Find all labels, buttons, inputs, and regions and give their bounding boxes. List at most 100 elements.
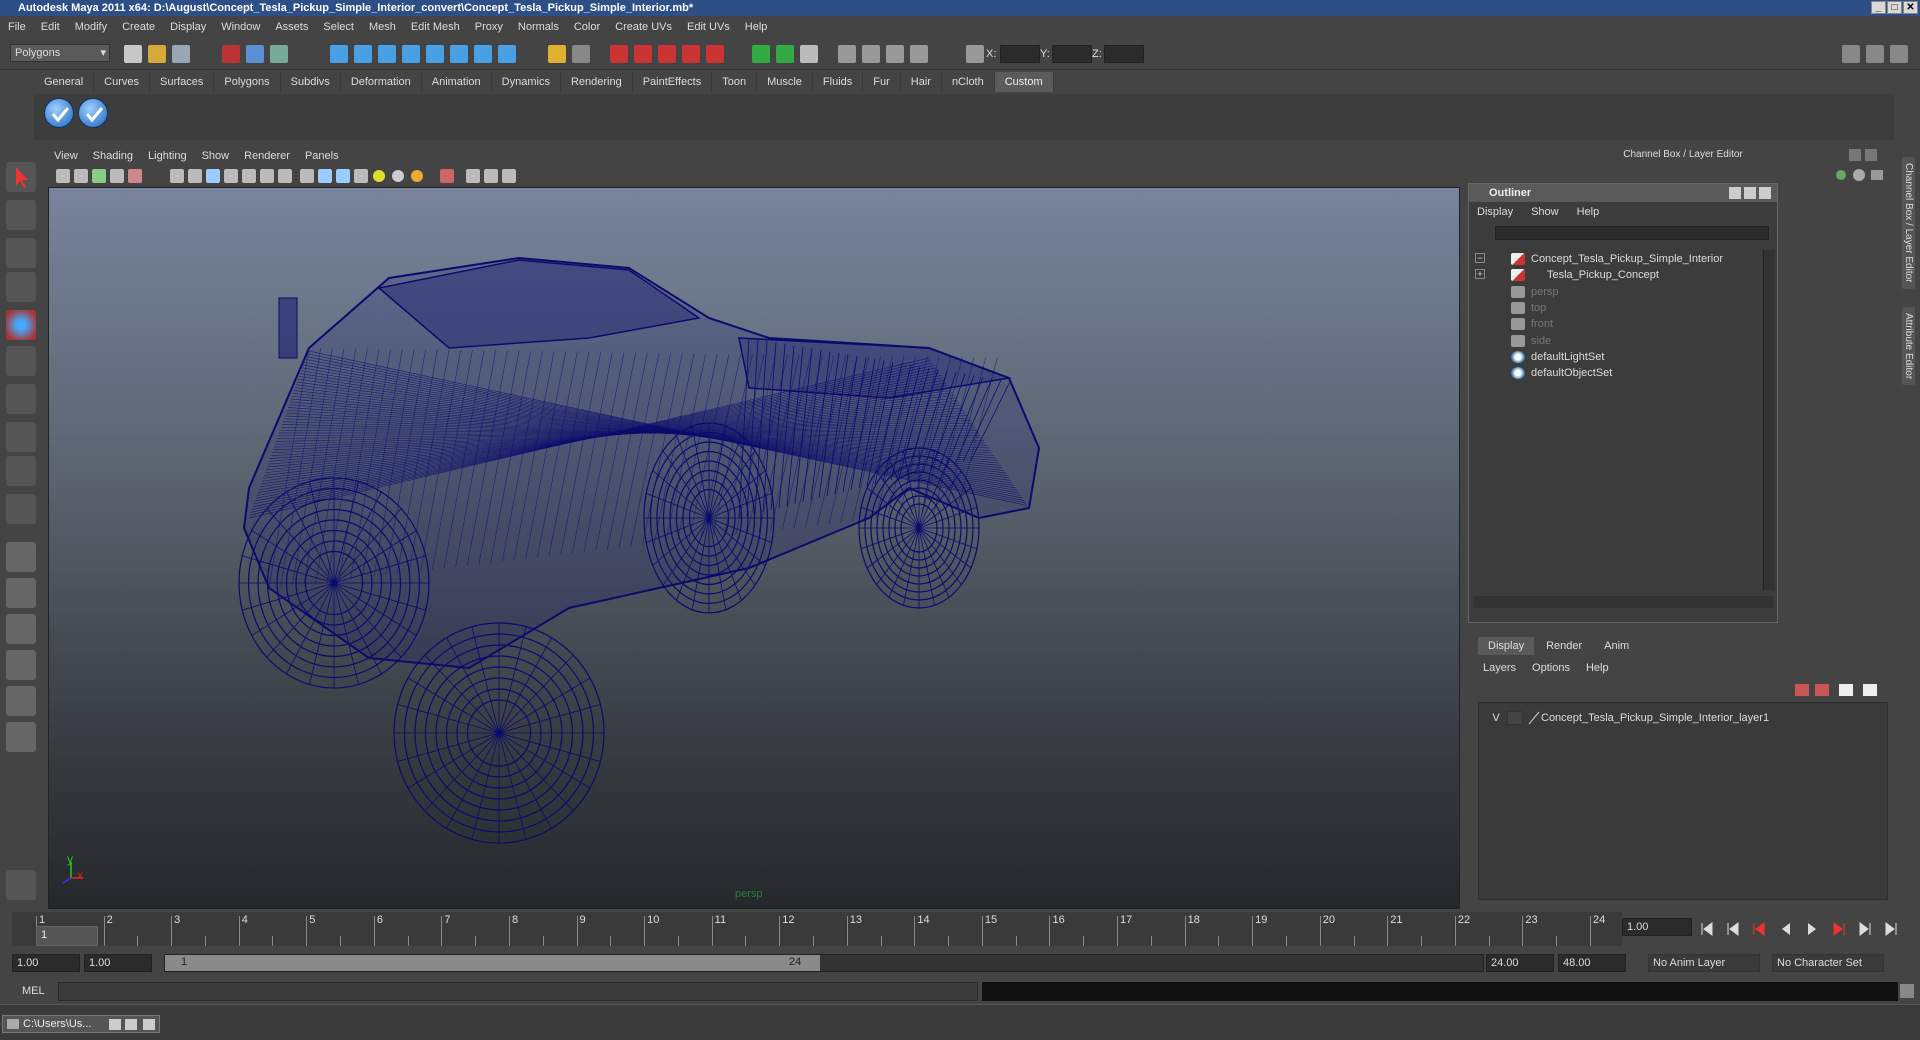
- close-panel-icon[interactable]: [1865, 149, 1877, 161]
- show-channel-box-icon[interactable]: [1842, 45, 1860, 63]
- snap-grid-icon[interactable]: [330, 45, 348, 63]
- layer-menu-options[interactable]: Options: [1532, 662, 1570, 674]
- menu-create-uvs[interactable]: Create UVs: [615, 21, 672, 33]
- show-tool-settings-icon[interactable]: [1890, 45, 1908, 63]
- hypershade-layout-icon[interactable]: [6, 686, 36, 716]
- list-item[interactable]: persp: [1469, 283, 1759, 301]
- outliner-layout-icon[interactable]: [6, 614, 36, 644]
- viewport-menu-show[interactable]: Show: [202, 150, 230, 162]
- list-item[interactable]: defaultObjectSet: [1469, 364, 1759, 382]
- outliner-menu-display[interactable]: Display: [1477, 206, 1513, 218]
- playback-buttons-icon[interactable]: [1698, 920, 1920, 938]
- start-time-field[interactable]: 1.00: [12, 954, 80, 972]
- snap-plane-icon[interactable]: [402, 45, 420, 63]
- character-set-dropdown[interactable]: No Character Set: [1772, 954, 1884, 972]
- expand-toggle-icon[interactable]: −: [1475, 253, 1485, 263]
- shelf-tab-fur[interactable]: Fur: [863, 72, 901, 92]
- current-frame-marker[interactable]: 1: [36, 926, 98, 946]
- expand-toggle-icon[interactable]: +: [1475, 269, 1485, 280]
- layer-menu-layers[interactable]: Layers: [1483, 662, 1516, 674]
- list-item[interactable]: top: [1469, 299, 1759, 317]
- minimized-window[interactable]: C:\Users\Us...: [2, 1015, 160, 1033]
- snap-curve-icon[interactable]: [354, 45, 372, 63]
- outliner-minimize-button[interactable]: [1729, 187, 1741, 199]
- check-icon[interactable]: [44, 98, 74, 128]
- ipr-render-icon[interactable]: [634, 45, 652, 63]
- menu-select[interactable]: Select: [323, 21, 354, 33]
- list-item[interactable]: − Concept_Tesla_Pickup_Simple_Interior: [1469, 250, 1759, 268]
- y-field[interactable]: [1052, 45, 1092, 63]
- range-slider-handle[interactable]: 1 24: [165, 955, 820, 971]
- layer-tab-render[interactable]: Render: [1536, 637, 1592, 655]
- menu-display[interactable]: Display: [170, 21, 206, 33]
- render-icon[interactable]: [610, 45, 628, 63]
- command-language-label[interactable]: MEL: [22, 985, 45, 997]
- render-view-icon[interactable]: [706, 45, 724, 63]
- select-component-icon[interactable]: [270, 45, 288, 63]
- snap-live-icon[interactable]: [426, 45, 444, 63]
- menu-file[interactable]: File: [8, 21, 26, 33]
- select-hierarchy-icon[interactable]: [222, 45, 240, 63]
- layer-tab-anim[interactable]: Anim: [1594, 637, 1639, 655]
- outliner-horizontal-scrollbar[interactable]: [1473, 596, 1773, 608]
- anim-end-field[interactable]: 24.00: [1486, 954, 1554, 972]
- minimize-button[interactable]: _: [1871, 1, 1886, 14]
- list-item[interactable]: side: [1469, 332, 1759, 350]
- trax-editor-icon[interactable]: [886, 45, 904, 63]
- menu-window[interactable]: Window: [221, 21, 260, 33]
- viewport-menu-view[interactable]: View: [54, 150, 78, 162]
- rotate-tool-icon[interactable]: [6, 310, 36, 340]
- shelf-tab-fluids[interactable]: Fluids: [812, 72, 864, 92]
- layer-template-toggle[interactable]: [1507, 711, 1523, 725]
- list-item[interactable]: + Tesla_Pickup_Concept: [1469, 266, 1759, 284]
- scale-tool-icon[interactable]: [6, 346, 36, 376]
- viewport-menu-lighting[interactable]: Lighting: [148, 150, 187, 162]
- viewport-menu-shading[interactable]: Shading: [93, 150, 133, 162]
- outliner-search-input[interactable]: [1495, 226, 1769, 240]
- outliner-maximize-button[interactable]: [1744, 187, 1756, 199]
- show-manipulator-icon[interactable]: [6, 456, 36, 486]
- select-tool-icon[interactable]: [6, 162, 36, 192]
- channel-box-icons[interactable]: [1833, 167, 1887, 183]
- viewport-menu-panels[interactable]: Panels: [305, 150, 339, 162]
- save-scene-icon[interactable]: [172, 45, 190, 63]
- z-field[interactable]: [1104, 45, 1144, 63]
- show-attribute-editor-icon[interactable]: [1866, 45, 1884, 63]
- open-scene-icon[interactable]: [148, 45, 166, 63]
- perspective-viewport[interactable]: y x persp: [48, 187, 1460, 909]
- dope-sheet-icon[interactable]: [862, 45, 880, 63]
- transform-mode-icon[interactable]: [966, 45, 984, 63]
- side-tab-channel-box[interactable]: Channel Box / Layer Editor: [1902, 157, 1915, 289]
- outliner-close-button[interactable]: [1759, 187, 1771, 199]
- shelf-tab-muscle[interactable]: Muscle: [757, 72, 813, 92]
- snap-surface-icon[interactable]: [450, 45, 468, 63]
- hypergraph-icon[interactable]: [910, 45, 928, 63]
- menu-color[interactable]: Color: [574, 21, 600, 33]
- menu-edit-uvs[interactable]: Edit UVs: [687, 21, 730, 33]
- range-slider-track[interactable]: 1 24: [164, 954, 1484, 972]
- outliner-menu-help[interactable]: Help: [1577, 206, 1600, 218]
- viewport-menu-renderer[interactable]: Renderer: [244, 150, 290, 162]
- close-button[interactable]: ✕: [1903, 1, 1918, 14]
- list-item[interactable]: defaultLightSet: [1469, 348, 1759, 366]
- single-perspective-layout-icon[interactable]: [6, 542, 36, 572]
- layer-editor-icons[interactable]: [1793, 681, 1883, 699]
- universal-manipulator-icon[interactable]: [6, 384, 36, 414]
- select-object-icon[interactable]: [246, 45, 264, 63]
- render-settings-icon[interactable]: [658, 45, 676, 63]
- script-editor-icon[interactable]: [1900, 984, 1914, 998]
- anim-layer-dropdown[interactable]: No Anim Layer: [1648, 954, 1760, 972]
- menu-proxy[interactable]: Proxy: [475, 21, 503, 33]
- menu-create[interactable]: Create: [122, 21, 155, 33]
- menu-modify[interactable]: Modify: [75, 21, 107, 33]
- help-icon[interactable]: [498, 45, 516, 63]
- lasso-tool-icon[interactable]: [6, 200, 36, 230]
- restore-button[interactable]: [109, 1019, 121, 1030]
- layer-menu-help[interactable]: Help: [1586, 662, 1609, 674]
- maximize-button[interactable]: □: [1887, 1, 1902, 14]
- maximize-minimized-button[interactable]: [125, 1019, 137, 1030]
- shelf-tab-surfaces[interactable]: Surfaces: [149, 72, 215, 92]
- shelf-tab-general[interactable]: General: [34, 72, 95, 92]
- paint-select-tool-icon[interactable]: [6, 238, 36, 268]
- menu-assets[interactable]: Assets: [275, 21, 308, 33]
